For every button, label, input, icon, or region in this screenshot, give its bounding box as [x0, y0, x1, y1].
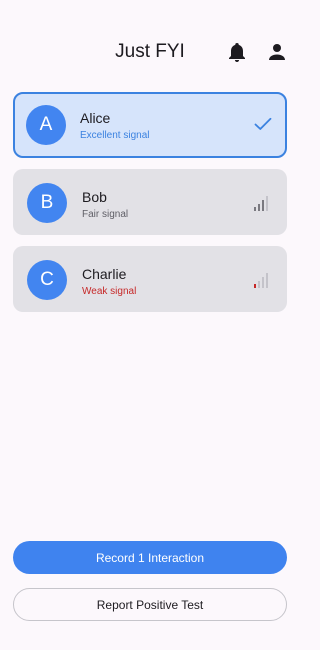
record-interaction-button[interactable]: Record 1 Interaction — [13, 541, 287, 574]
contact-list: A Alice Excellent signal B Bob Fair sign… — [13, 92, 287, 323]
signal-label: Fair signal — [82, 209, 129, 220]
contact-card-charlie[interactable]: C Charlie Weak signal — [13, 246, 287, 312]
notifications-button[interactable] — [225, 40, 249, 64]
app-title: Just FYI — [115, 41, 185, 62]
bell-icon — [229, 43, 245, 62]
signal-fair-icon — [251, 193, 271, 213]
contact-name: Alice — [80, 110, 111, 126]
signal-weak-icon — [251, 270, 271, 290]
account-button[interactable] — [265, 40, 289, 64]
signal-label: Weak signal — [82, 286, 137, 297]
avatar: A — [26, 105, 66, 145]
checkmark-icon — [253, 114, 273, 134]
signal-label: Excellent signal — [80, 130, 150, 141]
avatar: B — [27, 183, 67, 223]
avatar: C — [27, 260, 67, 300]
contact-name: Bob — [82, 189, 107, 205]
contact-name: Charlie — [82, 266, 127, 282]
report-positive-test-button[interactable]: Report Positive Test — [13, 588, 287, 621]
contact-card-bob[interactable]: B Bob Fair signal — [13, 169, 287, 235]
person-icon — [269, 44, 285, 60]
top-app-bar: Just FYI — [0, 0, 300, 104]
app-screen: Just FYI A Alice Excellent signal B Bob … — [0, 0, 300, 650]
contact-card-alice[interactable]: A Alice Excellent signal — [13, 92, 287, 158]
